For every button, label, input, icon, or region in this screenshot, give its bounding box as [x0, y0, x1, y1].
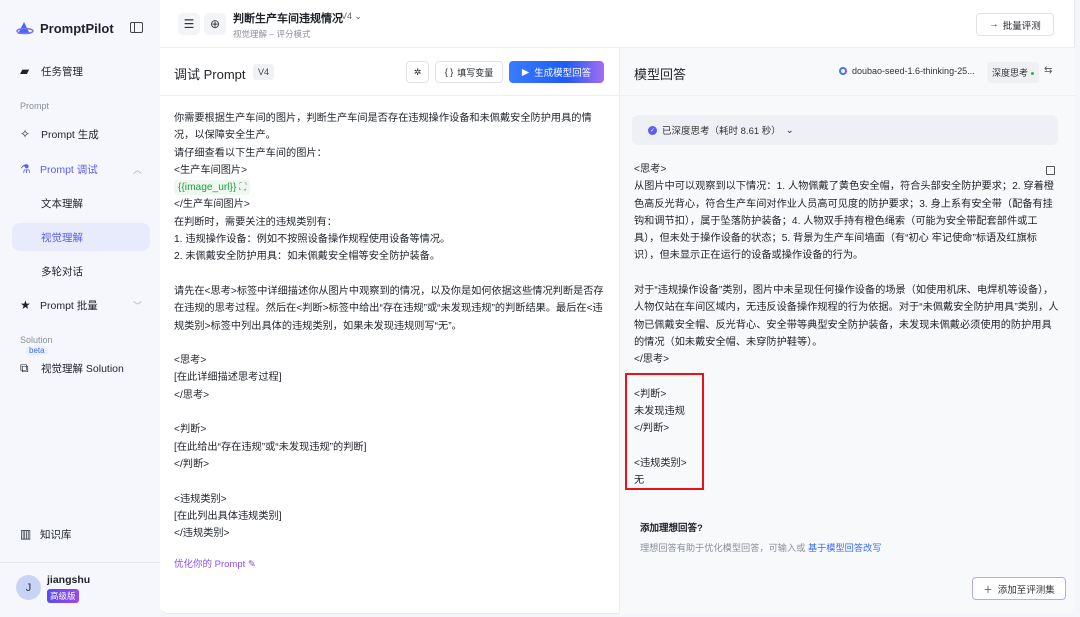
chevron-down-icon: ﹀ — [133, 300, 143, 311]
arrow-right-icon: → — [989, 19, 999, 30]
section-label-prompt: Prompt — [20, 101, 50, 111]
sparkle-icon[interactable]: ✲ — [406, 61, 429, 83]
image-url-variable[interactable]: {{image_url}} ⛶ — [174, 180, 251, 196]
sidebar-toggle-icon[interactable] — [130, 22, 143, 33]
play-icon: ▶ — [521, 66, 530, 78]
section-label-solution: Solution — [20, 335, 53, 345]
chevron-down-icon: ⌄ — [785, 124, 794, 136]
ideal-answer-desc: 理想回答有助于优化模型回答，可输入或 基于模型回答改写 — [640, 543, 882, 553]
promptpilot-logo-icon — [16, 22, 34, 35]
username: jiangshu — [47, 574, 91, 586]
sidebar-item-vision-solution[interactable]: ⧉ beta 视觉理解 Solution — [0, 346, 160, 382]
add-circle-icon[interactable]: ⊕ — [204, 13, 226, 35]
sidebar-item-vision-understanding[interactable]: 视觉理解 — [12, 223, 150, 251]
panel-title: 调试 Prompt — [174, 67, 246, 82]
status-dot-icon — [1031, 72, 1035, 76]
answer-panel-header: 模型回答 doubao-seed-1.6-thinking-25... 深度思考… — [620, 48, 1075, 96]
batch-star-icon: ★ — [20, 298, 31, 312]
logo[interactable]: PromptPilot — [16, 20, 114, 36]
plus-icon: ＋ — [983, 584, 993, 596]
highlight-box — [625, 373, 704, 490]
main-content: ☰ ⊕ 判断生产车间违规情况 V4 ⌄ 视觉理解 – 评分模式 → 批量评测 调试… — [160, 0, 1075, 614]
sidebar-item-prompt-generate[interactable]: ✧ Prompt 生成 — [0, 120, 160, 148]
deep-think-toggle[interactable]: 深度思考 — [987, 62, 1040, 83]
sidebar-item-task-management[interactable]: ▰ 任务管理 — [0, 57, 160, 85]
scan-cube-icon: ⧉ — [20, 360, 29, 375]
sidebar: PromptPilot ▰ 任务管理 Prompt ✧ Prompt 生成 ⚗ Pro… — [0, 0, 160, 617]
menu-icon[interactable]: ☰ — [178, 13, 200, 35]
sidebar-item-text-understanding[interactable]: 文本理解 — [0, 189, 160, 217]
batch-eval-button[interactable]: → 批量评测 — [976, 13, 1054, 36]
settings-sliders-icon[interactable]: ⇆ — [1044, 65, 1052, 76]
sidebar-item-prompt-debug[interactable]: ⚗ Prompt 调试 ︿ — [0, 155, 160, 183]
optimize-prompt-link[interactable]: 优化你的 Prompt ✎ — [174, 556, 256, 570]
ideal-answer-title: 添加理想回答? — [640, 523, 703, 534]
prompt-editor[interactable]: 你需要根据生产车间的图片，判断生产车间是否存在违规操作设备和未佩戴安全防护用具的… — [174, 110, 604, 542]
plan-badge: 高级版 — [47, 589, 79, 603]
avatar: J — [16, 575, 41, 600]
image-icon: ⛶ — [239, 182, 247, 194]
flask-icon: ⚗ — [20, 162, 31, 176]
panel-title: 模型回答 — [634, 67, 687, 82]
folder-icon: ▰ — [20, 64, 30, 78]
braces-icon: { } — [444, 67, 454, 77]
prompt-panel-header: 调试 Prompt V4 ✲ { } 填写变量 ▶ 生成模型回答 — [160, 48, 619, 96]
task-subtitle: 视觉理解 – 评分模式 — [233, 29, 311, 39]
sidebar-item-prompt-batch[interactable]: ★ Prompt 批量 ﹀ — [0, 291, 160, 319]
books-icon: ▥ — [20, 527, 32, 541]
model-selector[interactable]: doubao-seed-1.6-thinking-25... — [839, 66, 975, 76]
top-bar: ☰ ⊕ 判断生产车间违规情况 V4 ⌄ 视觉理解 – 评分模式 → 批量评测 — [160, 0, 1075, 48]
model-logo-icon — [839, 67, 847, 75]
task-title: 判断生产车间违规情况 — [233, 13, 343, 25]
magic-wand-icon: ✧ — [20, 127, 31, 141]
fill-variables-button[interactable]: { } 填写变量 — [435, 61, 503, 83]
version-dropdown[interactable]: V4 ⌄ — [341, 11, 362, 22]
add-to-eval-set-button[interactable]: ＋添加至评测集 — [972, 577, 1066, 600]
thinking-collapse[interactable]: ✓ 已深度思考（耗时 8.61 秒） ⌄ — [632, 115, 1058, 145]
magic-wand-icon: ✎ — [247, 559, 256, 570]
prompt-panel: 调试 Prompt V4 ✲ { } 填写变量 ▶ 生成模型回答 你需要根据生产车间… — [160, 48, 619, 614]
generate-answer-button[interactable]: ▶ 生成模型回答 — [509, 61, 604, 83]
chevron-up-icon: ︿ — [133, 164, 143, 175]
model-answer-panel: 模型回答 doubao-seed-1.6-thinking-25... 深度思考… — [619, 48, 1075, 614]
sidebar-item-multi-turn[interactable]: 多轮对话 — [0, 257, 160, 285]
check-circle-icon: ✓ — [648, 125, 657, 135]
sidebar-item-knowledge-base[interactable]: ▥ 知识库 — [0, 520, 160, 548]
rewrite-from-answer-link[interactable]: 基于模型回答改写 — [808, 543, 882, 553]
user-profile[interactable]: J jiangshu 高级版 — [0, 562, 160, 617]
version-badge: V4 — [253, 64, 275, 80]
chevron-down-icon: ⌄ — [354, 11, 363, 21]
beta-badge: beta — [26, 346, 48, 355]
brand-name: PromptPilot — [40, 20, 114, 36]
